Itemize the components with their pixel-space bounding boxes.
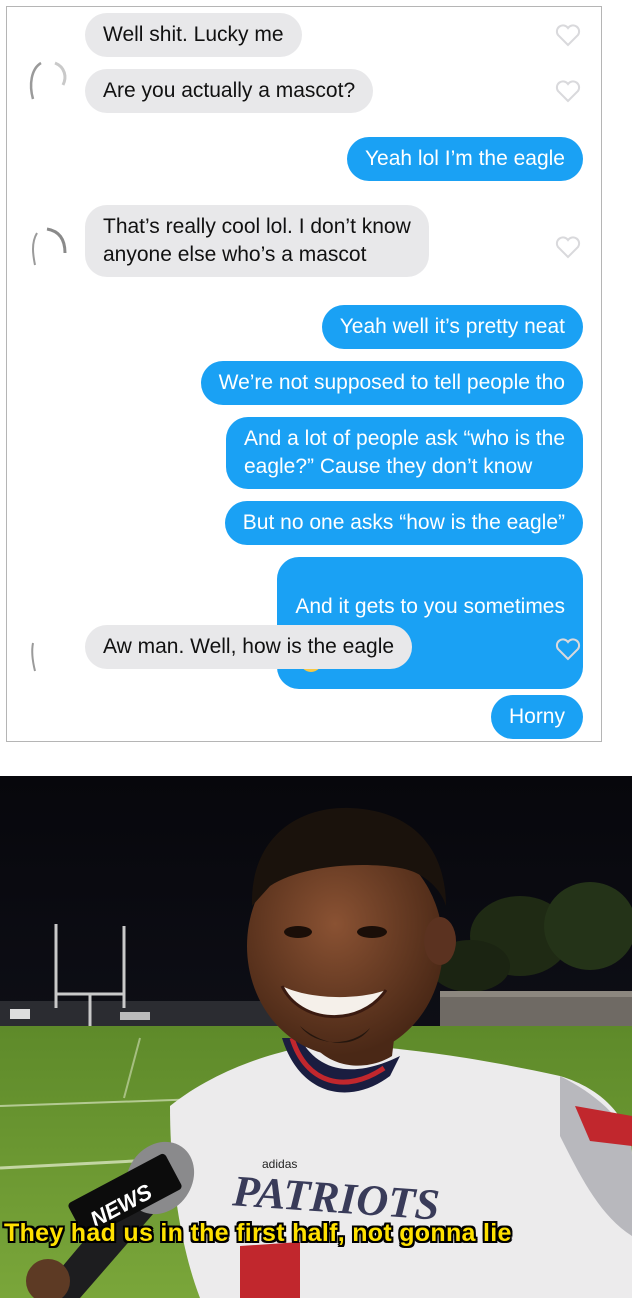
outgoing-message[interactable]: Yeah lol I’m the eagle bbox=[346, 137, 583, 181]
incoming-message[interactable]: Aw man. Well, how is the eagle bbox=[85, 625, 413, 669]
avatar[interactable] bbox=[21, 625, 73, 677]
heart-icon[interactable] bbox=[555, 23, 581, 47]
heart-icon[interactable] bbox=[555, 637, 581, 661]
outgoing-message[interactable]: But no one asks “how is the eagle” bbox=[224, 501, 583, 545]
heart-icon[interactable] bbox=[555, 235, 581, 259]
heart-icon[interactable] bbox=[555, 79, 581, 103]
incoming-message[interactable]: Well shit. Lucky me bbox=[85, 13, 302, 57]
outgoing-message[interactable]: And a lot of people ask “who is the eagl… bbox=[225, 417, 583, 489]
incoming-message[interactable]: Are you actually a mascot? bbox=[85, 69, 374, 113]
outgoing-message[interactable]: And it gets to you sometimes bbox=[277, 557, 583, 689]
outgoing-message[interactable]: Horny bbox=[490, 695, 583, 739]
incoming-message[interactable]: That’s really cool lol. I don’t know any… bbox=[85, 205, 429, 277]
meme-caption: They had us in the first half, not gonna… bbox=[4, 1219, 512, 1247]
meme-image: PATRIOTS NEWS adidas They had us in the … bbox=[0, 776, 632, 1298]
chat-panel: Well shit. Lucky me Are you actually a m… bbox=[6, 6, 602, 742]
outgoing-message[interactable]: We’re not supposed to tell people tho bbox=[200, 361, 583, 405]
avatar[interactable] bbox=[21, 219, 73, 271]
jersey-brand-text: adidas bbox=[262, 1157, 297, 1171]
outgoing-message-text: And it gets to you sometimes bbox=[295, 595, 565, 618]
avatar[interactable] bbox=[21, 55, 73, 107]
outgoing-message[interactable]: Yeah well it’s pretty neat bbox=[321, 305, 583, 349]
